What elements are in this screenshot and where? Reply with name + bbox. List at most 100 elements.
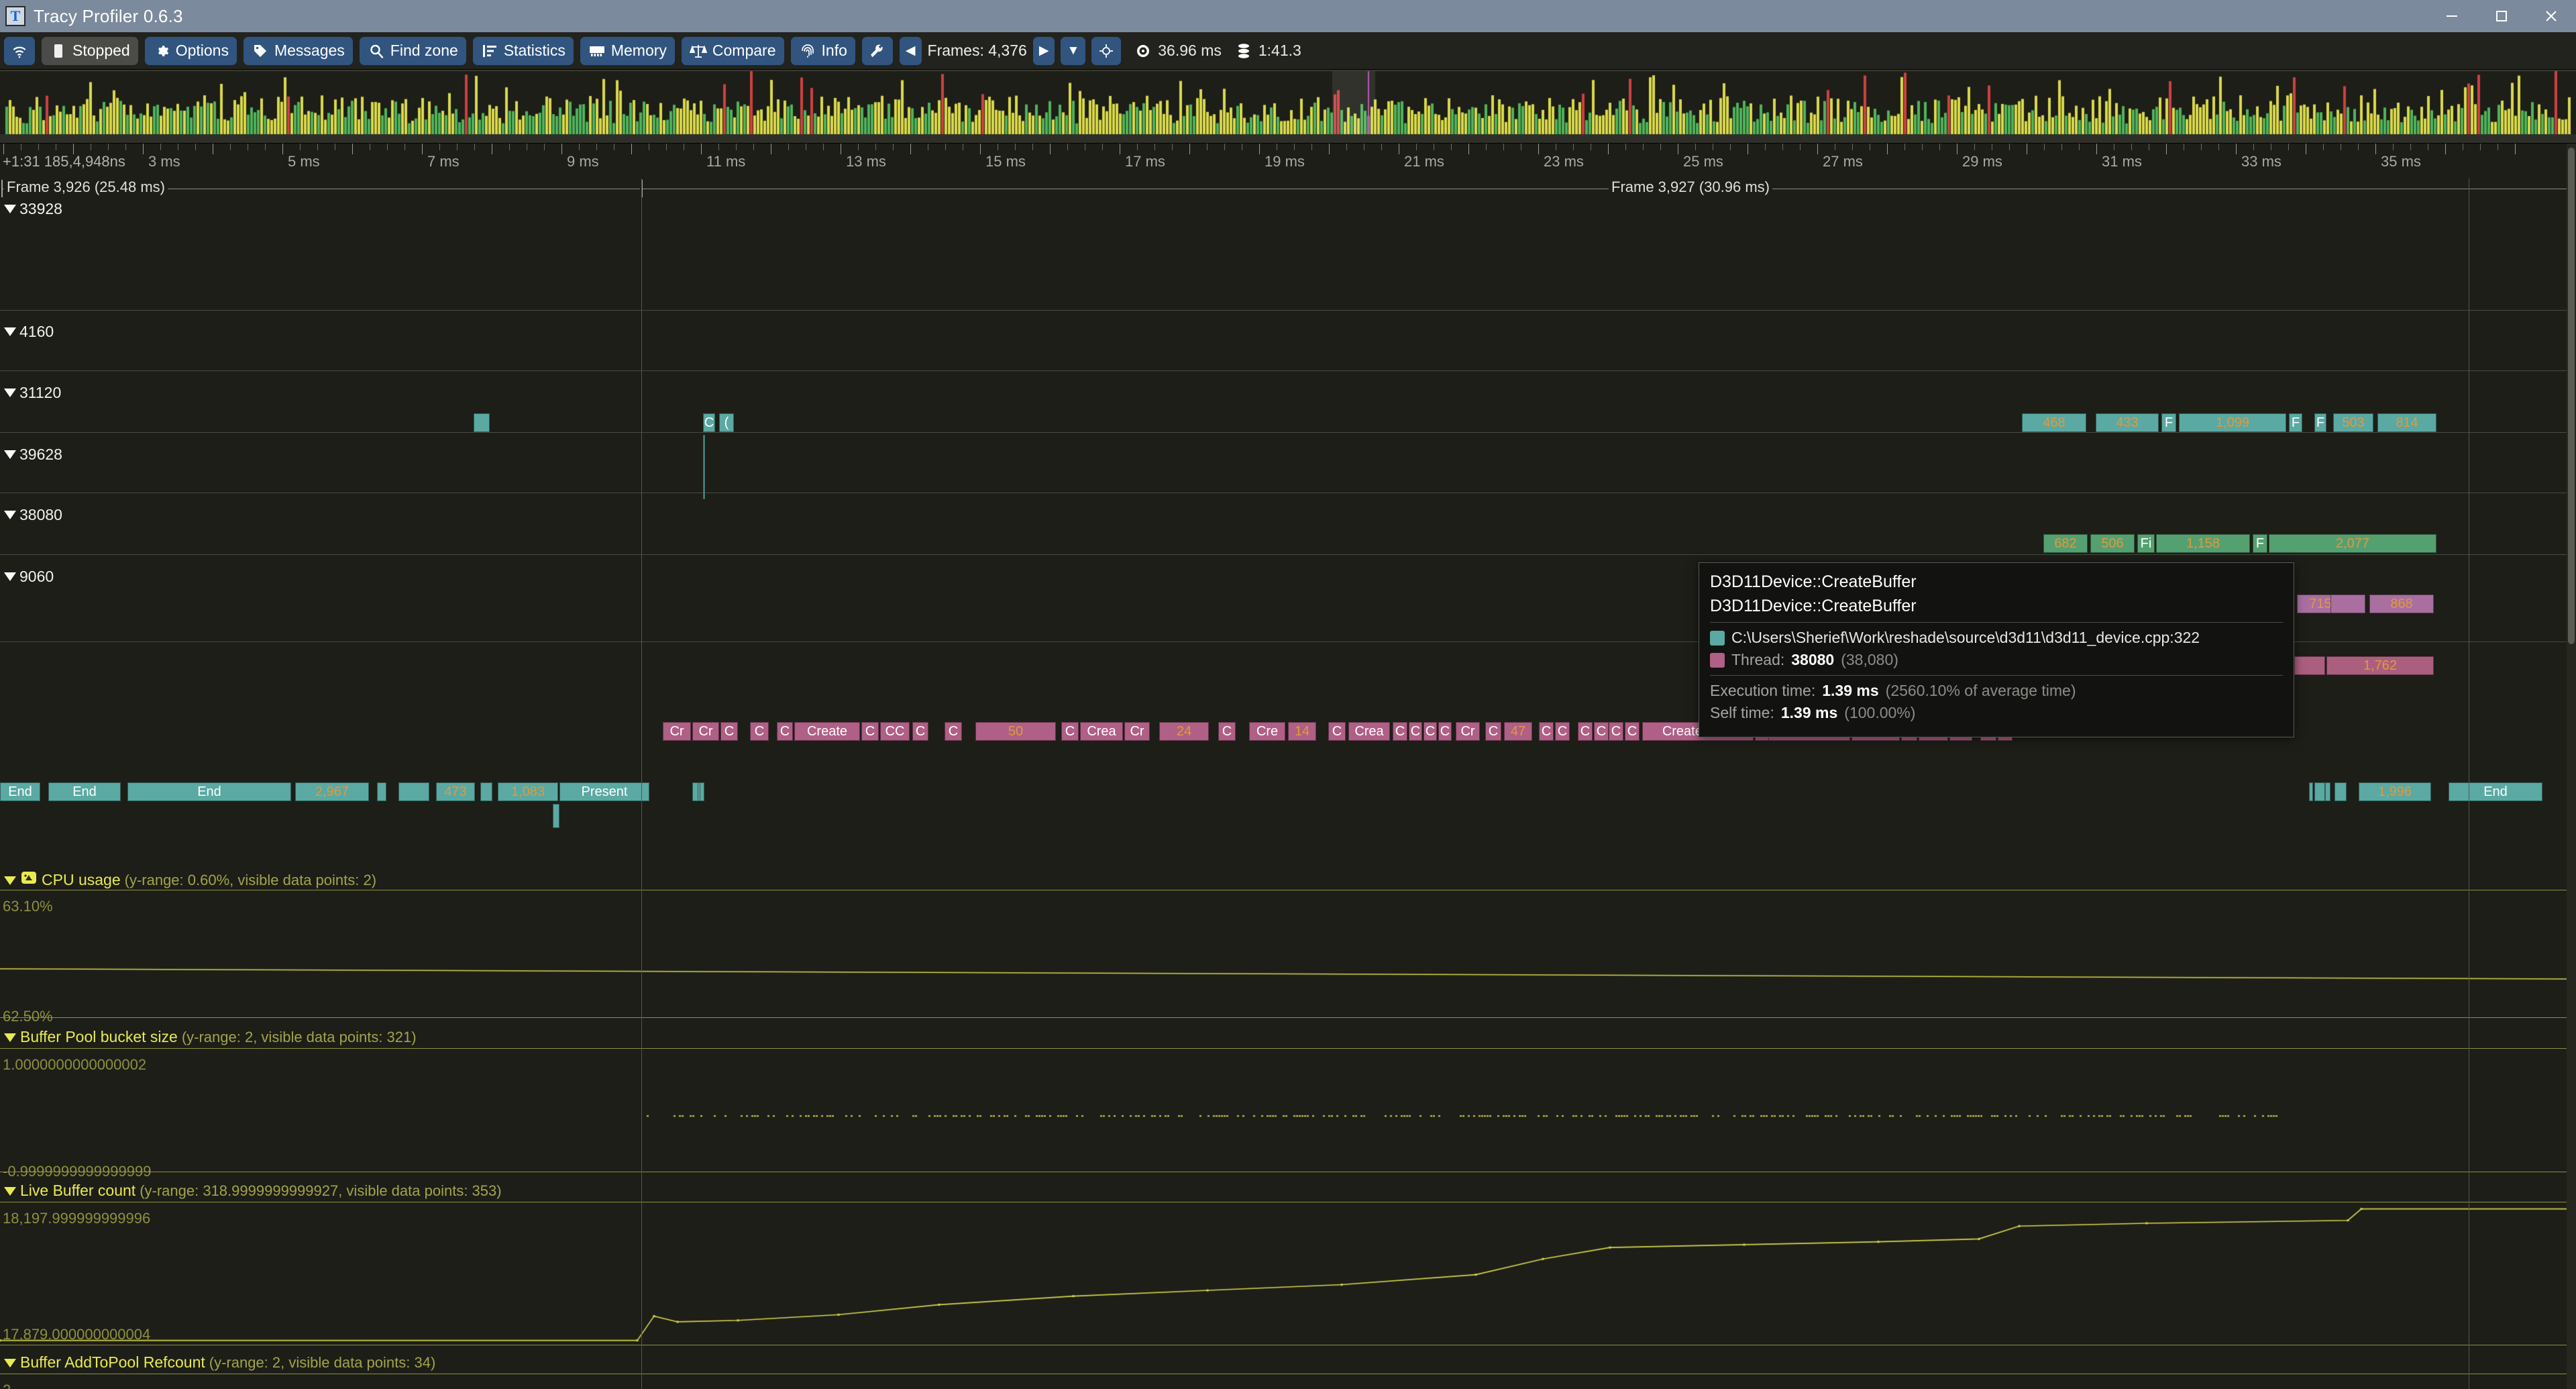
timeline-zone[interactable] [398,782,429,801]
timeline-zone[interactable]: C [1409,722,1422,741]
timeline-zone[interactable]: End [127,782,291,801]
next-frame-button[interactable]: ▶ [1033,37,1055,65]
chevron-down-icon[interactable] [4,205,16,213]
timeline-zone[interactable]: C [777,722,793,741]
plot-header-2[interactable]: Live Buffer count(y-range: 318.999999999… [4,1182,502,1200]
timeline-zone[interactable] [480,782,492,801]
messages-button[interactable]: Messages [244,37,353,65]
scrollbar-thumb[interactable] [2568,148,2575,644]
timeline-zone[interactable]: 433 [2096,413,2159,432]
timeline-zone[interactable]: C [750,722,769,741]
timeline-zone[interactable]: 814 [2377,413,2436,432]
timeline-zone[interactable]: C [1061,722,1079,741]
timeline-zone[interactable]: 47 [1504,722,1532,741]
plot-series-canvas-1[interactable] [0,1048,2576,1172]
timeline-zone[interactable]: 1,083 [498,782,558,801]
timeline-zone[interactable] [2314,782,2325,801]
timeline-zone[interactable]: Fi [2137,534,2155,553]
timeline-zone[interactable]: Cr [1456,722,1480,741]
timeline-zone[interactable]: Crea [1080,722,1123,741]
timeline-zone[interactable] [2334,782,2347,801]
timeline-zone-child[interactable]: C [703,413,715,432]
timeline-zone[interactable] [377,782,386,801]
timeline-zone[interactable]: 2,967 [295,782,369,801]
timeline-zone[interactable]: 50 [975,722,1056,741]
vertical-scrollbar[interactable] [2567,144,2576,1389]
timeline-zone[interactable]: C [1625,722,1640,741]
options-button[interactable]: Options [145,37,237,65]
prev-frame-button[interactable]: ◀ [900,37,922,65]
thread-header-31120[interactable]: 31120 [4,384,61,402]
timeline-zone[interactable]: 24 [1159,722,1209,741]
timeline-ruler[interactable]: +1:31 185,4,948ns3 ms5 ms7 ms9 ms11 ms13… [0,144,2576,178]
timeline-zone[interactable]: C [1393,722,1407,741]
timeline-zone[interactable]: 503 [2333,413,2373,432]
timeline-zone[interactable]: C [1485,722,1501,741]
timeline-zone[interactable]: F [2314,413,2326,432]
plot-series-canvas-3[interactable] [0,1374,2576,1389]
timeline-zone[interactable]: C [1438,722,1452,741]
timeline-zone[interactable]: Present [559,782,649,801]
chevron-down-icon[interactable] [4,572,16,581]
timeline-zone-child[interactable] [2309,782,2313,801]
statistics-button[interactable]: Statistics [473,37,574,65]
timeline-zone[interactable]: Create [794,722,860,741]
timeline-zone[interactable]: C [1424,722,1437,741]
plot-header-1[interactable]: Buffer Pool bucket size(y-range: 2, visi… [4,1028,417,1046]
chevron-down-icon[interactable] [4,327,16,336]
timeline-zone[interactable]: End [0,782,40,801]
timeline-zone[interactable] [2330,595,2365,613]
timeline-zone[interactable]: CC [880,722,910,741]
frame-marker[interactable]: Frame 3,927 (30.96 ms) [641,178,2573,199]
chevron-down-icon[interactable] [4,511,16,519]
timeline-zone[interactable]: Cr [663,722,691,741]
chevron-down-icon[interactable] [4,1359,16,1368]
timeline-zone[interactable]: C [861,722,879,741]
info-button[interactable]: Info [791,37,855,65]
timeline-zone-child[interactable] [703,435,705,499]
timeline-zone[interactable]: 14 [1288,722,1316,741]
timeline-zone[interactable]: F [2289,413,2302,432]
timeline-zone[interactable]: C [720,722,738,741]
timeline-zone[interactable]: C [1594,722,1609,741]
timeline-zone[interactable]: Cre [1249,722,1285,741]
timeline-zone[interactable] [2294,656,2325,675]
timeline-zone-child[interactable] [698,782,700,801]
timeline-zone[interactable]: 682 [2043,534,2088,553]
timeline-zone[interactable]: C [945,722,962,741]
timeline-zone[interactable]: End [2449,782,2542,801]
timeline-zone-child[interactable]: ( [719,413,734,432]
thread-header-33928[interactable]: 33928 [4,200,62,218]
plot-series-canvas-2[interactable] [0,1202,2576,1345]
timeline-zone[interactable]: C [1609,722,1623,741]
frame-histogram-canvas[interactable] [0,70,2576,144]
stopped-button[interactable]: Stopped [42,37,138,65]
timeline-zone[interactable]: F [2161,413,2176,432]
memory-button[interactable]: Memory [580,37,675,65]
maximize-button[interactable] [2477,0,2526,32]
timeline-zone-child[interactable] [474,413,490,432]
timeline-zone-child[interactable] [2325,782,2330,801]
timeline-zone[interactable]: 506 [2090,534,2135,553]
timeline-zone[interactable]: End [48,782,121,801]
frames-dropdown-button[interactable]: ▼ [1061,37,1085,65]
thread-header-4160[interactable]: 4160 [4,323,54,341]
chevron-down-icon[interactable] [4,876,16,885]
plot-header-3[interactable]: Buffer AddToPool Refcount(y-range: 2, vi… [4,1353,435,1372]
timeline-zone[interactable]: 868 [2369,595,2434,613]
timeline-zone[interactable]: 1,158 [2156,534,2250,553]
timeline-zone[interactable]: C [1539,722,1554,741]
tools-button[interactable] [862,37,893,65]
timeline-zone[interactable]: 2,077 [2269,534,2436,553]
thread-header-9060[interactable]: 9060 [4,568,54,586]
timeline-zone[interactable]: C [1218,722,1236,741]
timeline-zone-child[interactable] [553,804,559,828]
timeline-zone[interactable]: 1,099 [2179,413,2286,432]
frame-marker[interactable]: Frame 3,926 (25.48 ms) [1,178,640,199]
timeline-zone[interactable]: 1,996 [2359,782,2431,801]
thread-header-39628[interactable]: 39628 [4,446,62,464]
compare-button[interactable]: Compare [682,37,784,65]
timeline-zone[interactable]: C [1578,722,1593,741]
close-button[interactable] [2526,0,2576,32]
timeline-zone[interactable]: Cr [1124,722,1150,741]
